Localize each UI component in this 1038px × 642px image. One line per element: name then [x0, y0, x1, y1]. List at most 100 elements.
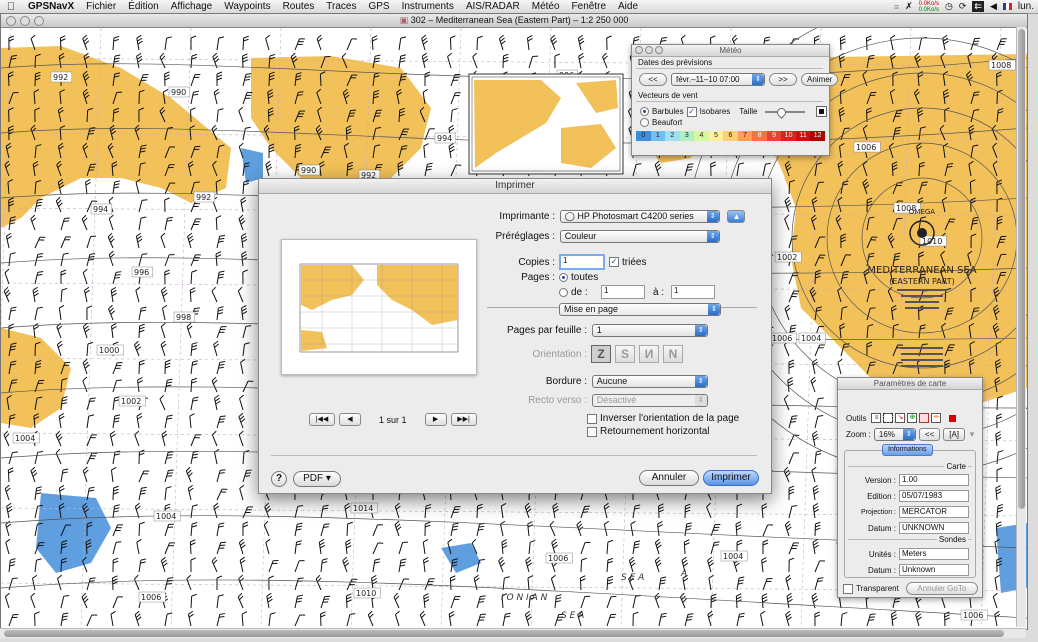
pages-to-field[interactable]: 1 — [671, 285, 715, 299]
volume-icon[interactable]: ◀ — [990, 1, 997, 12]
pages-all-radio[interactable] — [559, 273, 568, 282]
menu-gps[interactable]: GPS — [362, 1, 395, 12]
menu-aide[interactable]: Aide — [612, 1, 644, 12]
barbules-radio[interactable] — [640, 107, 649, 116]
menu-routes[interactable]: Routes — [277, 1, 321, 12]
zoom-select[interactable]: 16% ⇕ — [873, 428, 916, 441]
orientation-z-button[interactable]: Z — [591, 345, 611, 363]
pages-per-sheet-label: Pages par feuille : — [506, 325, 587, 336]
first-page-button[interactable]: |◀◀ — [309, 413, 335, 426]
zoom-out-button[interactable]: << — [918, 428, 941, 441]
menu-waypoints[interactable]: Waypoints — [218, 1, 276, 12]
orientation-reverse-n-button[interactable]: И — [639, 345, 659, 363]
help-button[interactable]: ? — [271, 471, 287, 487]
copies-field[interactable]: 1 — [559, 254, 605, 270]
cancel-button[interactable]: Annuler — [639, 470, 699, 486]
hscroll-thumb[interactable] — [4, 630, 1004, 637]
clock[interactable]: lun. — [1018, 1, 1034, 12]
mark-tool-icon[interactable] — [919, 413, 930, 423]
scrollbar-thumb[interactable] — [1018, 29, 1025, 509]
tools-label: Outils — [846, 413, 867, 423]
sync-icon[interactable]: ⟳ — [959, 1, 967, 12]
menu-affichage[interactable]: Affichage — [165, 1, 219, 12]
color-swatch[interactable] — [815, 106, 827, 117]
select-tool-icon[interactable] — [883, 413, 894, 423]
flip-horizontal-checkbox[interactable] — [587, 426, 597, 437]
menu-instruments[interactable]: Instruments — [396, 1, 460, 12]
flag-fr-icon[interactable] — [1002, 3, 1012, 10]
vectors-header: Vecteurs de vent — [638, 91, 698, 100]
menu-ais-radar[interactable]: AIS/RADAR — [460, 1, 526, 12]
horizontal-scrollbar[interactable] — [0, 628, 1026, 638]
pages-to-label: à : — [653, 286, 665, 298]
menu-meteo[interactable]: Météo — [526, 1, 566, 12]
pencil-tool-icon[interactable]: ✏ — [931, 413, 942, 423]
pages-range-radio[interactable] — [559, 287, 568, 297]
edition-field: 05/07/1983 — [899, 490, 969, 502]
map-params-panel: Paramètres de carte Outils ≡ ↘ ⊕ ✏ Zoom … — [837, 377, 983, 598]
depth-label: 1004 — [153, 510, 181, 522]
beaufort-scale: 0 1 2 3 4 5 6 7 8 9 10 11 12 — [636, 131, 825, 141]
depth-label: 1006 — [960, 609, 988, 621]
ruler-tool-icon[interactable]: ≡ — [871, 413, 882, 423]
zoom-fit-button[interactable]: [A] — [943, 428, 966, 441]
apple-menu-icon[interactable]:  — [0, 1, 22, 13]
orientation-n-button[interactable]: N — [663, 345, 683, 363]
next-date-button[interactable]: >> — [769, 73, 797, 86]
time-machine-icon[interactable]: ◷ — [945, 1, 953, 12]
beaufort-cell: 11 — [795, 131, 811, 141]
animate-button[interactable]: Animer — [801, 73, 839, 86]
spotlight-grip-icon[interactable]: ≡ — [894, 2, 899, 12]
disclosure-button[interactable]: ▲ — [726, 210, 745, 223]
menu-fichier[interactable]: Fichier — [80, 1, 122, 12]
pdf-menu-button[interactable]: PDF ▾ — [293, 471, 341, 487]
stop-tool-icon[interactable] — [949, 414, 957, 422]
beaufort-cell: 8 — [752, 131, 767, 141]
info-tab[interactable]: Informations — [882, 444, 933, 456]
date-select[interactable]: févr.–11–10 07:00 ⇕ — [671, 73, 765, 86]
next-page-button[interactable]: ▶ — [424, 413, 447, 426]
meteo-titlebar[interactable]: Météo — [632, 45, 829, 57]
transparent-checkbox[interactable] — [843, 583, 853, 594]
orientation-s-button[interactable]: S — [615, 345, 635, 363]
route-tool-icon[interactable]: ↘ — [895, 413, 906, 423]
reverse-orientation-checkbox[interactable] — [587, 413, 597, 424]
close-button[interactable] — [6, 16, 16, 26]
waypoint-tool-icon[interactable]: ⊕ — [907, 413, 918, 423]
depth-label: 990 — [298, 164, 321, 176]
depth-label: 1002 — [774, 251, 802, 263]
depth-label: 1004 — [720, 550, 748, 562]
meteo-min-button[interactable] — [645, 46, 653, 54]
prev-date-button[interactable]: << — [639, 73, 667, 86]
beaufort-radio[interactable] — [640, 118, 649, 127]
bluetooth-icon[interactable]: ⇇ — [972, 1, 984, 12]
sondes-header: Sondes — [938, 535, 966, 544]
print-button[interactable]: Imprimer — [703, 470, 759, 486]
isobares-checkbox[interactable]: ✓ — [686, 106, 697, 117]
printer-select[interactable]: ◯ HP Photosmart C4200 series ⇕ — [559, 210, 720, 223]
meteo-zoom-button[interactable] — [655, 46, 663, 54]
size-slider[interactable] — [764, 105, 805, 119]
depth-label: 992 — [50, 71, 73, 83]
meteo-close-button[interactable] — [635, 46, 643, 54]
presets-select[interactable]: Couleur ⇕ — [559, 230, 720, 243]
window-titlebar[interactable]: ▣ 302 – Mediterranean Sea (Eastern Part)… — [1, 14, 1027, 28]
zoom-button[interactable] — [34, 16, 44, 26]
pages-from-field[interactable]: 1 — [601, 285, 645, 299]
params-title[interactable]: Paramètres de carte — [838, 378, 982, 390]
depth-label: 1000 — [96, 344, 124, 356]
prev-page-button[interactable]: ◀ — [339, 413, 361, 426]
menu-app[interactable]: GPSNavX — [22, 1, 80, 12]
vertical-scrollbar[interactable] — [1016, 27, 1026, 627]
minimize-button[interactable] — [20, 16, 30, 26]
menu-traces[interactable]: Traces — [320, 1, 362, 12]
last-page-button[interactable]: ▶▶| — [450, 413, 477, 426]
menu-edition[interactable]: Édition — [122, 1, 165, 12]
sorted-checkbox[interactable]: ✓ — [609, 257, 619, 267]
zoom-menu-arrow-icon[interactable]: ▼ — [968, 430, 976, 439]
border-select[interactable]: Aucune ⇕ — [591, 375, 708, 388]
section-select[interactable]: Mise en page ⇕ — [559, 303, 721, 316]
menu-fenetre[interactable]: Fenêtre — [566, 1, 612, 12]
pages-per-sheet-select[interactable]: 1 ⇕ — [591, 324, 708, 337]
tools-icon[interactable]: ✗ — [905, 1, 913, 12]
